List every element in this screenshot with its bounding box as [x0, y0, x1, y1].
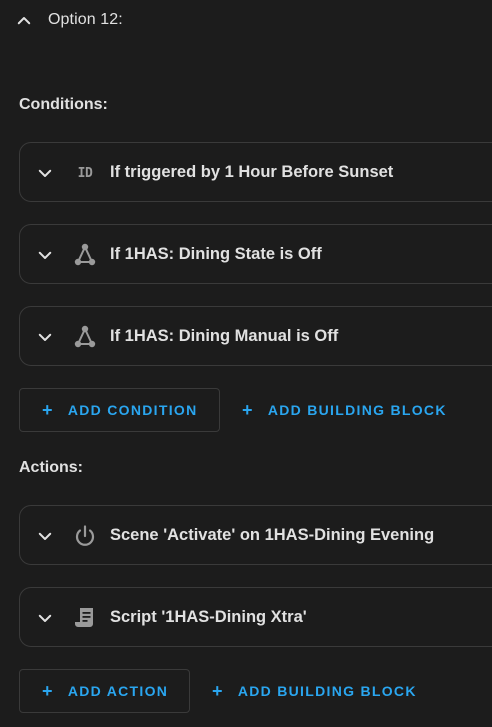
plus-icon: +: [242, 400, 254, 420]
condition-label: If triggered by 1 Hour Before Sunset: [110, 163, 394, 181]
add-action-button[interactable]: + ADD ACTION: [19, 669, 190, 713]
condition-label: If 1HAS: Dining State is Off: [110, 245, 322, 263]
plus-icon: +: [212, 681, 224, 701]
condition-card[interactable]: If 1HAS: Dining Manual is Off: [19, 306, 492, 366]
chevron-down-icon[interactable]: [35, 164, 55, 182]
actions-title: Actions:: [19, 459, 83, 476]
add-condition-button[interactable]: + ADD CONDITION: [19, 388, 220, 432]
script-icon: [72, 605, 98, 631]
plus-icon: +: [42, 400, 54, 420]
action-label: Scene 'Activate' on 1HAS-Dining Evening: [110, 526, 435, 544]
graph-icon: [72, 324, 98, 350]
option-header[interactable]: Option 12:: [0, 0, 492, 42]
plus-icon: +: [42, 681, 54, 701]
add-building-block-button[interactable]: + ADD BUILDING BLOCK: [212, 669, 417, 713]
chevron-down-icon[interactable]: [35, 328, 55, 346]
condition-card[interactable]: ID If triggered by 1 Hour Before Sunset: [19, 142, 492, 202]
condition-label: If 1HAS: Dining Manual is Off: [110, 327, 339, 345]
chevron-up-icon[interactable]: [15, 12, 33, 30]
chevron-down-icon[interactable]: [35, 246, 55, 264]
graph-icon: [72, 242, 98, 268]
power-icon: [72, 523, 98, 549]
chevron-down-icon[interactable]: [35, 527, 55, 545]
action-card[interactable]: Scene 'Activate' on 1HAS-Dining Evening: [19, 505, 492, 565]
condition-card[interactable]: If 1HAS: Dining State is Off: [19, 224, 492, 284]
option-title: Option 12:: [48, 11, 123, 28]
add-building-block-button[interactable]: + ADD BUILDING BLOCK: [242, 388, 447, 432]
chevron-down-icon[interactable]: [35, 609, 55, 627]
action-label: Script '1HAS-Dining Xtra': [110, 608, 307, 626]
action-card[interactable]: Script '1HAS-Dining Xtra': [19, 587, 492, 647]
id-icon: ID: [77, 165, 93, 181]
option-panel: Option 12: Conditions: ID If triggered b…: [0, 0, 492, 727]
conditions-title: Conditions:: [19, 96, 108, 113]
